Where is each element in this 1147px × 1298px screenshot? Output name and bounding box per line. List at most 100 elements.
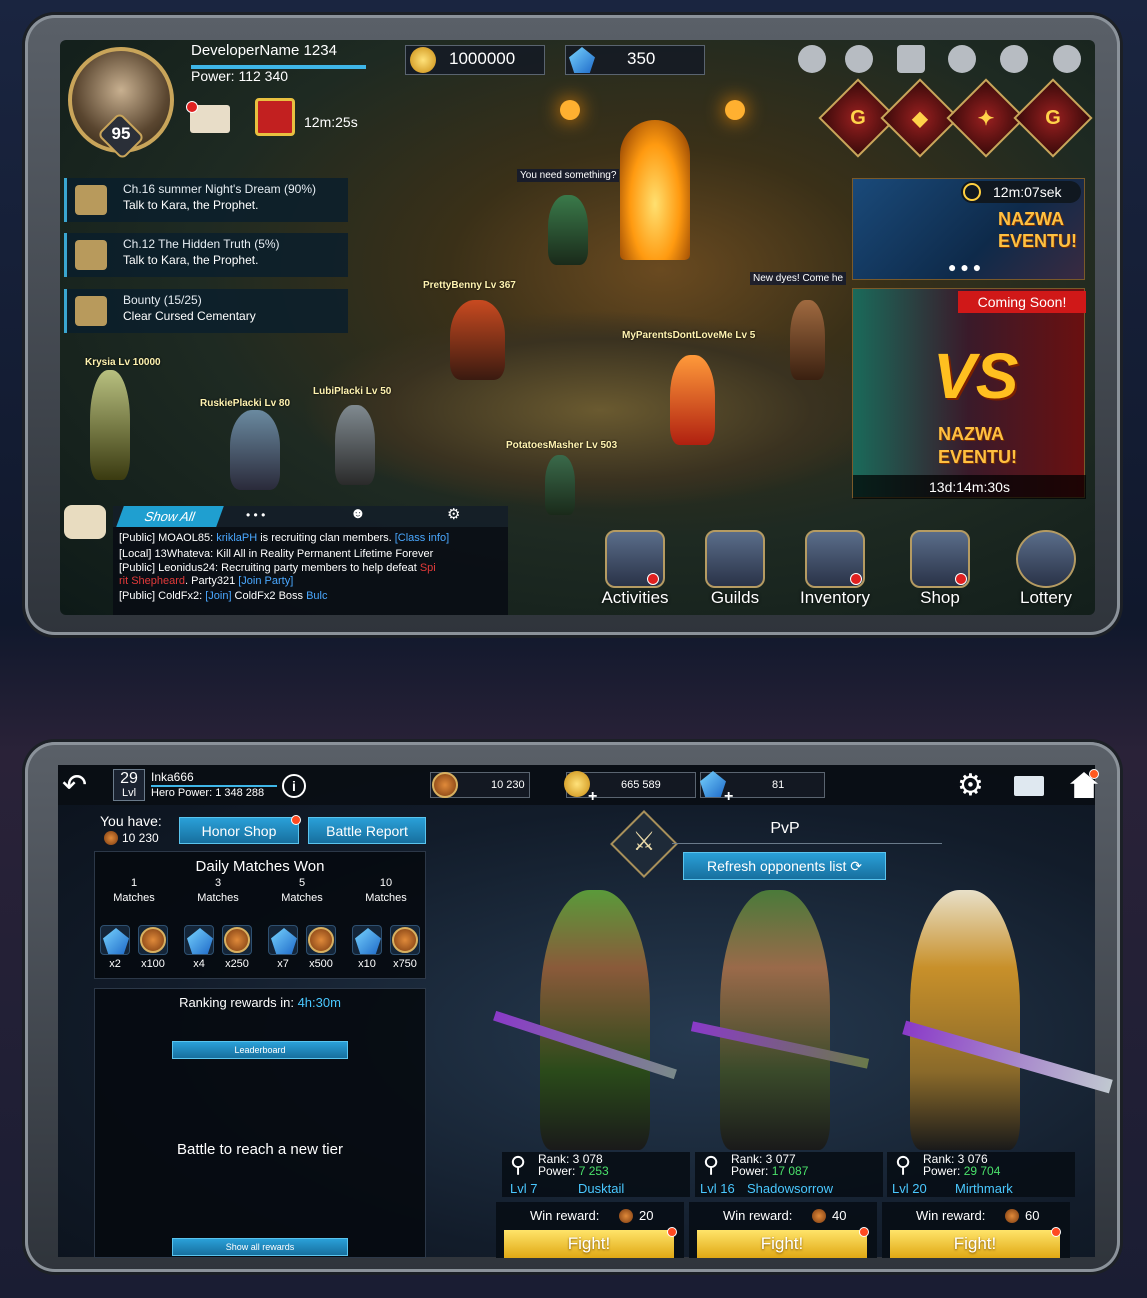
back-arrow-icon[interactable]: ↶ xyxy=(62,768,87,803)
gear-icon[interactable] xyxy=(1053,45,1081,73)
chat-line: [Local] 13Whateva: Kill All in Reality P… xyxy=(119,548,434,560)
settings-gear-icon[interactable]: ⚙ xyxy=(957,768,984,803)
reward-amount: x7 xyxy=(277,958,289,970)
player-nameplate: PotatoesMasher Lv 503 xyxy=(506,440,618,451)
scroll-icon xyxy=(75,240,107,270)
reward-slot[interactable] xyxy=(306,925,336,955)
torch-light xyxy=(560,100,580,120)
honor-medal-icon xyxy=(619,1209,633,1223)
npc-speech-bubble: You need something? xyxy=(517,169,620,182)
honor-medal-icon xyxy=(432,772,458,798)
gold-coin-icon xyxy=(410,47,436,73)
tier-message: Battle to reach a new tier xyxy=(177,1141,343,1158)
info-icon[interactable]: i xyxy=(282,774,306,798)
tier-label: Matches xyxy=(197,892,239,904)
chat-log[interactable]: [Public] MOAOL85: kriklaPH is recruiting… xyxy=(113,527,508,615)
piggy-bank-icon[interactable] xyxy=(1000,45,1028,73)
quest-item[interactable]: Ch.16 summer Night's Dream (90%) Talk to… xyxy=(64,178,348,222)
notification-dot xyxy=(1089,769,1099,779)
opponent-card[interactable]: ⚲ Rank: 3 076 Power: 29 704 Lvl 20 Mirth… xyxy=(887,1152,1075,1197)
opponent-card[interactable]: ⚲ Rank: 3 078 Power: 7 253 Lvl 7 Dusktai… xyxy=(502,1152,690,1197)
leaderboard-button[interactable]: Leaderboard xyxy=(172,1041,348,1059)
gift-timer: 12m:25s xyxy=(304,114,358,130)
gift-icon[interactable] xyxy=(255,98,295,136)
player-character[interactable] xyxy=(90,370,130,480)
notification-dot xyxy=(955,573,967,585)
inventory-button[interactable]: Inventory xyxy=(795,530,875,610)
chat-tab-show-all[interactable]: Show All xyxy=(116,506,224,527)
banner-title: EVENTU! xyxy=(938,447,1018,467)
merchant-character[interactable] xyxy=(790,300,825,380)
player-character[interactable] xyxy=(335,405,375,485)
opponent-character[interactable] xyxy=(910,890,1020,1150)
reward-amount: x10 xyxy=(358,958,376,970)
chat-bubble-icon[interactable] xyxy=(64,505,106,539)
quest-item[interactable]: Ch.12 The Hidden Truth (5%) Talk to Kara… xyxy=(64,233,348,277)
reward-slot[interactable] xyxy=(268,925,298,955)
add-gem-icon[interactable]: + xyxy=(724,788,733,806)
opponent-character[interactable] xyxy=(540,890,650,1150)
fight-button[interactable]: Fight! xyxy=(890,1230,1060,1258)
win-reward-value: 40 xyxy=(832,1208,847,1223)
inspect-magnifier-icon[interactable]: ⚲ xyxy=(703,1152,719,1178)
player-power: Power: 112 340 xyxy=(191,68,289,84)
window-icon[interactable] xyxy=(897,45,925,73)
crossed-swords-icon: ⚔ xyxy=(632,826,656,856)
torch-light xyxy=(725,100,745,120)
show-all-rewards-button[interactable]: Show all rewards xyxy=(172,1238,348,1256)
guilds-button[interactable]: Guilds xyxy=(695,530,775,610)
add-gold-icon[interactable]: + xyxy=(588,788,597,806)
reward-slot[interactable] xyxy=(390,925,420,955)
event-banner-1[interactable]: 12m:07sek NAZWA EVENTU! ● ● ● xyxy=(852,178,1085,280)
chat-line: [Public] MOAOL85: kriklaPH is recruiting… xyxy=(119,532,450,544)
gem-amount: 350 xyxy=(627,49,656,68)
win-reward-box: Win reward: 20 Fight! xyxy=(496,1202,684,1258)
reward-slot[interactable] xyxy=(138,925,168,955)
opponent-character[interactable] xyxy=(720,890,830,1150)
inspect-magnifier-icon[interactable]: ⚲ xyxy=(895,1152,911,1178)
player-character[interactable] xyxy=(230,410,280,490)
chat-settings-icon[interactable]: ⚙ xyxy=(447,505,460,523)
banner-timer: 13d:14m:30s xyxy=(853,475,1086,499)
honor-shop-button[interactable]: Honor Shop xyxy=(179,817,299,844)
activities-button[interactable]: Activities xyxy=(595,530,675,610)
reward-slot[interactable] xyxy=(100,925,130,955)
fight-button[interactable]: Fight! xyxy=(504,1230,674,1258)
pvp-title: PvP xyxy=(770,820,800,837)
friends-icon[interactable] xyxy=(948,45,976,73)
reward-amount: x100 xyxy=(141,958,165,970)
player-character[interactable] xyxy=(450,300,505,380)
helmet-icon[interactable] xyxy=(845,45,873,73)
tier-label: Matches xyxy=(113,892,155,904)
lottery-button[interactable]: Lottery xyxy=(1006,530,1086,610)
tier-label: Matches xyxy=(281,892,323,904)
quest-item[interactable]: Bounty (15/25) Clear Cursed Cementary xyxy=(64,289,348,333)
opponent-card[interactable]: ⚲ Rank: 3 077 Power: 17 087 Lvl 16 Shado… xyxy=(695,1152,883,1197)
shop-button[interactable]: Shop xyxy=(900,530,980,610)
battle-report-button[interactable]: Battle Report xyxy=(308,817,426,844)
reward-slot[interactable] xyxy=(352,925,382,955)
notification-dot xyxy=(1051,1227,1061,1237)
npc-prophet[interactable] xyxy=(548,195,588,265)
merchant-speech-bubble: New dyes! Come he xyxy=(750,272,847,285)
event-banner-2[interactable]: Coming Soon! VS NAZWA EVENTU! 13d:14m:30… xyxy=(852,288,1086,499)
refresh-opponents-button[interactable]: Refresh opponents list ⟳ xyxy=(683,852,886,880)
player-character[interactable] xyxy=(670,355,715,445)
banner-title: NAZWA xyxy=(938,424,1004,444)
player-character[interactable] xyxy=(545,455,575,515)
reward-slot[interactable] xyxy=(222,925,252,955)
fight-button[interactable]: Fight! xyxy=(697,1230,867,1258)
reward-slot[interactable] xyxy=(184,925,214,955)
trophy-icon[interactable] xyxy=(798,45,826,73)
gem-amount: 81 xyxy=(772,779,785,791)
notification-dot xyxy=(850,573,862,585)
honor-medal-icon xyxy=(224,927,250,953)
inspect-magnifier-icon[interactable]: ⚲ xyxy=(510,1152,526,1178)
emoji-icon[interactable]: ☻ xyxy=(350,505,366,522)
bounty-icon xyxy=(75,296,107,326)
player-nameplate: PrettyBenny Lv 367 xyxy=(423,280,516,291)
win-reward-value: 20 xyxy=(639,1208,654,1223)
carousel-dots[interactable]: ● ● ● xyxy=(948,259,981,275)
mail-icon[interactable] xyxy=(1014,776,1044,796)
chat-more-tab[interactable]: • • • xyxy=(246,508,265,522)
